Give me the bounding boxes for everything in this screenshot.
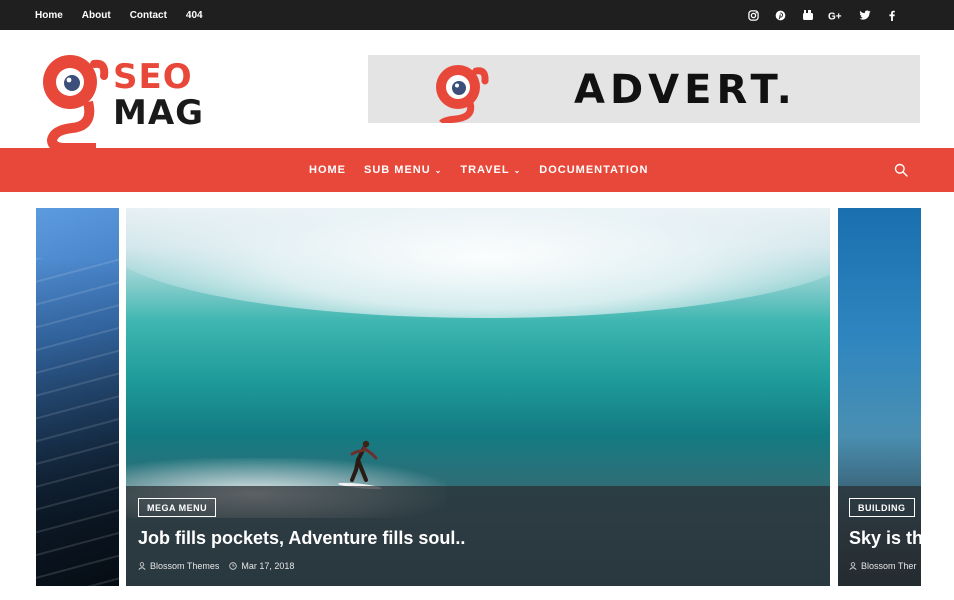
social-links: G+	[747, 0, 898, 30]
google-plus-icon[interactable]: G+	[828, 9, 844, 22]
menu-item-label: DOCUMENTATION	[539, 164, 649, 176]
menu-item-sub-menu[interactable]: SUB MENU ⌄	[364, 164, 442, 176]
logo-seo-text: SEO	[113, 57, 193, 97]
site-header: SEO MAG ADVERT.	[0, 30, 954, 153]
twitter-icon[interactable]	[858, 9, 871, 22]
top-nav: Home About Contact 404	[35, 0, 203, 30]
youtube-icon[interactable]	[801, 9, 814, 22]
post-meta: Blossom Themes Mar 17, 2018	[138, 561, 294, 571]
facebook-icon[interactable]	[885, 9, 898, 22]
pinterest-icon[interactable]	[774, 9, 787, 22]
category-badge[interactable]: BUILDING	[849, 498, 915, 517]
top-bar: Home About Contact 404 G+	[0, 0, 954, 30]
advert-banner[interactable]: ADVERT.	[368, 55, 920, 123]
clock-icon	[229, 562, 238, 570]
menu-item-home[interactable]: HOME	[309, 164, 346, 176]
date-text: Mar 17, 2018	[241, 561, 295, 571]
post-title[interactable]: Job fills pockets, Adventure fills soul.…	[138, 528, 465, 549]
post-meta: Blossom Ther	[849, 561, 916, 571]
user-icon	[138, 562, 146, 570]
menu-item-label: HOME	[309, 164, 346, 176]
surfer-image	[338, 440, 382, 490]
top-nav-404[interactable]: 404	[186, 10, 203, 21]
author-name: Blossom Ther	[861, 561, 917, 571]
top-nav-home[interactable]: Home	[35, 10, 63, 21]
post-date: Mar 17, 2018	[229, 561, 294, 571]
top-nav-contact[interactable]: Contact	[130, 10, 167, 21]
menu-item-label: SUB MENU	[364, 164, 431, 176]
category-badge[interactable]: MEGA MENU	[138, 498, 217, 517]
wave-spray	[126, 208, 830, 318]
slide-current[interactable]: MEGA MENU Job fills pockets, Adventure f…	[126, 208, 830, 586]
menu-item-label: TRAVEL	[460, 164, 510, 176]
logo-mag-text: MAG	[113, 93, 205, 133]
logo-g-icon	[43, 55, 109, 153]
slide-previous[interactable]	[36, 208, 119, 586]
main-nav: HOME SUB MENU ⌄ TRAVEL ⌄ DOCUMENTATION	[0, 148, 954, 192]
advert-text: ADVERT.	[574, 67, 797, 113]
top-nav-about[interactable]: About	[82, 10, 111, 21]
chevron-down-icon: ⌄	[434, 165, 443, 175]
post-author[interactable]: Blossom Ther	[849, 561, 916, 571]
slide-next[interactable]: BUILDING Sky is th Blossom Ther	[838, 208, 921, 586]
search-icon[interactable]	[894, 163, 908, 177]
author-name: Blossom Themes	[150, 561, 220, 571]
main-menu: HOME SUB MENU ⌄ TRAVEL ⌄ DOCUMENTATION	[309, 148, 648, 192]
advert-logo-icon	[436, 65, 489, 123]
site-logo[interactable]: SEO MAG	[36, 54, 236, 153]
featured-slider: MEGA MENU Job fills pockets, Adventure f…	[0, 208, 954, 586]
menu-item-travel[interactable]: TRAVEL ⌄	[460, 164, 521, 176]
instagram-icon[interactable]	[747, 9, 760, 22]
post-author[interactable]: Blossom Themes	[138, 561, 219, 571]
chevron-down-icon: ⌄	[513, 165, 522, 175]
svg-text:G+: G+	[828, 11, 842, 21]
post-title[interactable]: Sky is th	[849, 528, 921, 549]
user-icon	[849, 562, 857, 570]
menu-item-documentation[interactable]: DOCUMENTATION	[539, 164, 648, 176]
building-image	[36, 258, 119, 586]
